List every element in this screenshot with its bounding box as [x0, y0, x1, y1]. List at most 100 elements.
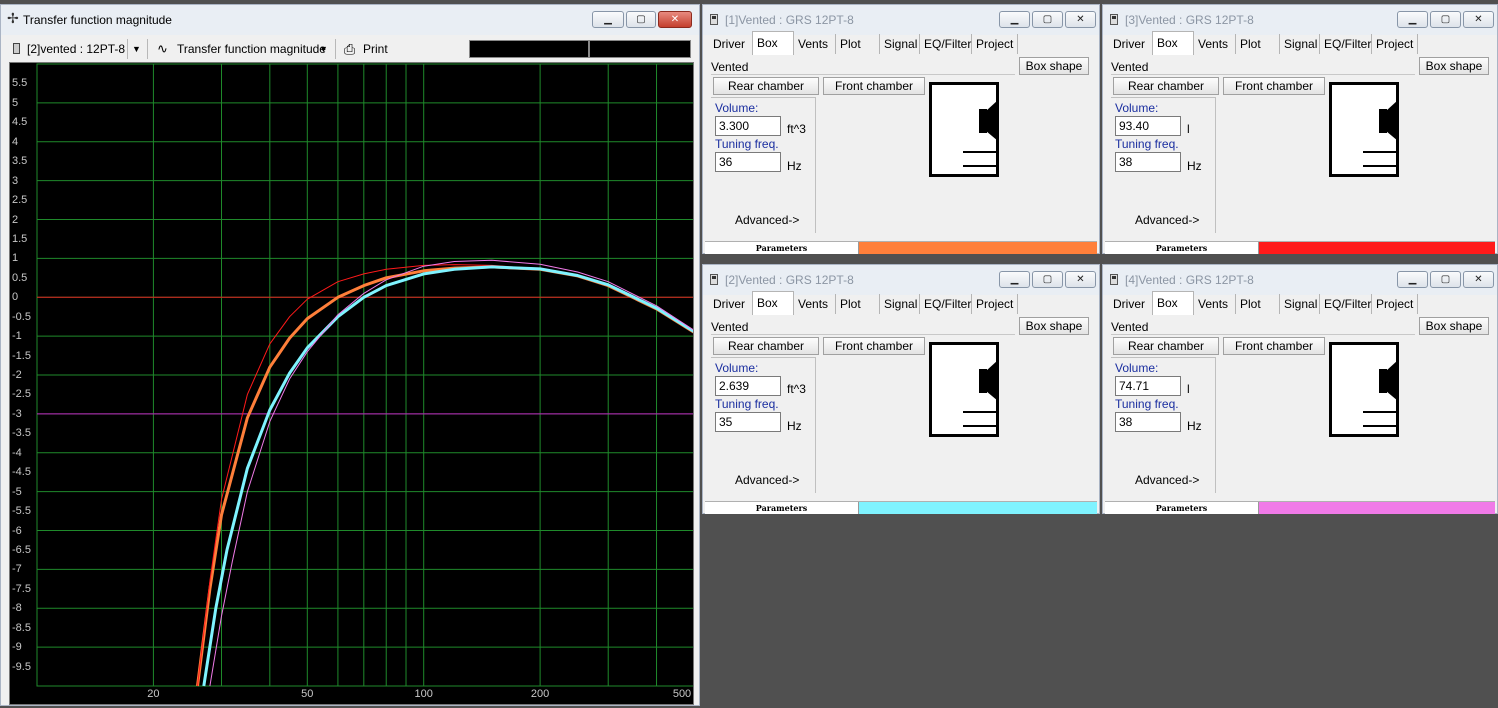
tuning-freq-unit: Hz — [787, 419, 802, 433]
tab-vents[interactable]: Vents — [1194, 294, 1236, 314]
status-bar: Parameters — [1105, 501, 1495, 514]
tuning-freq-field[interactable]: 38 — [1115, 152, 1181, 172]
volume-unit: l — [1187, 122, 1190, 136]
maximize-button[interactable]: ▢ — [626, 11, 656, 28]
close-button[interactable]: ✕ — [658, 11, 692, 28]
tab-signal[interactable]: Signal — [1280, 34, 1320, 54]
close-button[interactable]: ✕ — [1463, 271, 1494, 288]
tab-plot[interactable]: Plot — [1236, 34, 1280, 54]
print-button[interactable]: Print — [363, 40, 388, 58]
box-selector-icon — [13, 43, 20, 54]
close-button[interactable]: ✕ — [1065, 11, 1096, 28]
rear-chamber-button[interactable]: Rear chamber — [1113, 77, 1219, 95]
graph-toolbar: [2]vented : 12PT-8 ▼ ∿ Transfer function… — [5, 37, 695, 61]
tab-signal[interactable]: Signal — [880, 294, 920, 314]
box-type-label: Vented — [1111, 59, 1415, 75]
tab-eq-filter[interactable]: EQ/Filter — [920, 34, 972, 54]
volume-unit: ft^3 — [787, 382, 806, 396]
box-shape-button[interactable]: Box shape — [1419, 57, 1489, 75]
advanced-button[interactable]: Advanced-> — [1135, 213, 1199, 227]
tuning-freq-field[interactable]: 35 — [715, 412, 781, 432]
minimize-button[interactable]: ▁ — [999, 271, 1030, 288]
box-selector[interactable]: [2]vented : 12PT-8 — [27, 40, 125, 58]
tab-box[interactable]: Box — [752, 31, 794, 55]
tab-project[interactable]: Project — [1372, 294, 1418, 314]
tab-driver[interactable]: Driver — [709, 294, 753, 314]
maximize-button[interactable]: ▢ — [1430, 271, 1461, 288]
series-color-swatch — [859, 502, 1097, 514]
plot-area[interactable]: 5.5 5 4.5 4 3.5 3 2.5 2 1.5 1 0.5 0 -0.5 -1 -1.5 -2 -2.5… — [9, 62, 694, 705]
chevron-down-icon[interactable]: ▼ — [132, 40, 141, 58]
volume-unit: ft^3 — [787, 122, 806, 136]
tab-plot[interactable]: Plot — [836, 294, 880, 314]
tab-vents[interactable]: Vents — [794, 294, 836, 314]
transfer-function-chart[interactable] — [10, 63, 694, 705]
tab-signal[interactable]: Signal — [880, 34, 920, 54]
box-type-label: Vented — [1111, 319, 1415, 335]
rear-chamber-button[interactable]: Rear chamber — [713, 77, 819, 95]
maximize-button[interactable]: ▢ — [1032, 271, 1063, 288]
minimize-button[interactable]: ▁ — [1397, 271, 1428, 288]
tab-project[interactable]: Project — [972, 34, 1018, 54]
tab-project[interactable]: Project — [972, 294, 1018, 314]
box-panel: Vented Box shape Rear chamber Front cham… — [1105, 315, 1495, 499]
advanced-button[interactable]: Advanced-> — [735, 473, 799, 487]
maximize-button[interactable]: ▢ — [1430, 11, 1461, 28]
tab-plot[interactable]: Plot — [1236, 294, 1280, 314]
tuning-freq-unit: Hz — [1187, 419, 1202, 433]
tab-box[interactable]: Box — [752, 291, 794, 315]
advanced-button[interactable]: Advanced-> — [1135, 473, 1199, 487]
tab-driver[interactable]: Driver — [709, 34, 753, 54]
chevron-down-icon[interactable]: ▼ — [319, 40, 328, 58]
volume-label: Volume: — [1115, 101, 1159, 115]
volume-label: Volume: — [715, 101, 759, 115]
tab-eq-filter[interactable]: EQ/Filter — [1320, 294, 1372, 314]
box-window-title: [2]Vented : GRS 12PT-8 — [725, 273, 854, 287]
printer-icon[interactable]: ⎙ — [344, 40, 355, 58]
front-chamber-button[interactable]: Front chamber — [823, 77, 925, 95]
tuning-freq-field[interactable]: 38 — [1115, 412, 1181, 432]
minimize-button[interactable]: ▁ — [1397, 11, 1428, 28]
volume-label: Volume: — [715, 361, 759, 375]
tab-plot[interactable]: Plot — [836, 34, 880, 54]
x-tick-label: 100 — [414, 688, 433, 700]
tab-box[interactable]: Box — [1152, 31, 1194, 55]
rear-chamber-button[interactable]: Rear chamber — [713, 337, 819, 355]
box-shape-button[interactable]: Box shape — [1019, 317, 1089, 335]
y-tick-label: -8 — [12, 602, 22, 615]
readout-box-left — [469, 40, 589, 58]
front-chamber-button[interactable]: Front chamber — [823, 337, 925, 355]
rear-chamber-button[interactable]: Rear chamber — [1113, 337, 1219, 355]
tuning-freq-field[interactable]: 36 — [715, 152, 781, 172]
front-chamber-button[interactable]: Front chamber — [1223, 337, 1325, 355]
tab-project[interactable]: Project — [1372, 34, 1418, 54]
tab-eq-filter[interactable]: EQ/Filter — [1320, 34, 1372, 54]
minimize-button[interactable]: ▁ — [999, 11, 1030, 28]
tab-signal[interactable]: Signal — [1280, 294, 1320, 314]
box-shape-button[interactable]: Box shape — [1419, 317, 1489, 335]
tab-box[interactable]: Box — [1152, 291, 1194, 315]
plot-type-selector[interactable]: Transfer function magnitude — [177, 40, 326, 58]
volume-field[interactable]: 2.639 — [715, 376, 781, 396]
minimize-button[interactable]: ▁ — [592, 11, 624, 28]
tab-vents[interactable]: Vents — [1194, 34, 1236, 54]
volume-field[interactable]: 3.300 — [715, 116, 781, 136]
x-tick-label: 500 — [672, 688, 692, 700]
tab-driver[interactable]: Driver — [1109, 294, 1153, 314]
close-button[interactable]: ✕ — [1065, 271, 1096, 288]
volume-field[interactable]: 93.40 — [1115, 116, 1181, 136]
advanced-button[interactable]: Advanced-> — [735, 213, 799, 227]
close-button[interactable]: ✕ — [1463, 11, 1494, 28]
tab-driver[interactable]: Driver — [1109, 34, 1153, 54]
box-shape-button[interactable]: Box shape — [1019, 57, 1089, 75]
box-diagram — [1329, 82, 1399, 177]
front-chamber-button[interactable]: Front chamber — [1223, 77, 1325, 95]
window-icon — [1110, 14, 1118, 25]
tab-eq-filter[interactable]: EQ/Filter — [920, 294, 972, 314]
chamber-group: Volume: 2.639 ft^3 Tuning freq. 35 Hz Ad… — [711, 357, 816, 493]
graph-window-titlebar[interactable]: ✢ Transfer function magnitude ▁ ▢ ✕ — [1, 5, 699, 35]
y-tick-label: -8.5 — [12, 621, 31, 634]
tab-vents[interactable]: Vents — [794, 34, 836, 54]
volume-field[interactable]: 74.71 — [1115, 376, 1181, 396]
maximize-button[interactable]: ▢ — [1032, 11, 1063, 28]
